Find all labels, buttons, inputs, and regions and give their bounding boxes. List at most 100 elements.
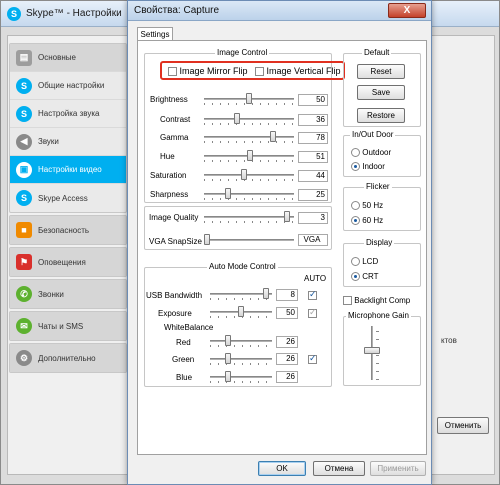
gear-icon: ⚙	[16, 350, 32, 366]
image-control-slider[interactable]	[204, 93, 294, 105]
sidebar-item-notifications[interactable]: ⚑ Оповещения	[10, 248, 126, 276]
skype-partial-text: ктов	[441, 336, 457, 345]
image-control-slider[interactable]	[204, 188, 294, 200]
exposure-auto-checkbox[interactable]	[308, 307, 317, 318]
dialog-title-bar: Свойства: Capture	[128, 1, 431, 21]
tab-settings[interactable]: Settings	[137, 27, 173, 41]
image-control-value: 50	[298, 94, 328, 106]
sidebar-item-general[interactable]: ▤ Основные	[10, 44, 126, 72]
sidebar-item-label: Настройка звука	[38, 109, 100, 118]
exposure-slider[interactable]	[210, 306, 272, 318]
backlight-comp-label: Backlight Comp	[354, 296, 411, 305]
vga-snapsize-slider[interactable]	[204, 234, 294, 245]
indoor-radio[interactable]	[351, 162, 360, 172]
flicker-60hz-option[interactable]: 60 Hz	[351, 216, 383, 226]
flicker-50hz-option[interactable]: 50 Hz	[351, 201, 384, 211]
sidebar-item-label: Оповещения	[38, 257, 86, 267]
sidebar-item-label: Настройки видео	[38, 165, 102, 174]
auto-mode-title: Auto Mode Control	[207, 262, 278, 271]
lock-icon: ■	[16, 222, 32, 238]
save-button[interactable]: Save	[357, 85, 405, 100]
image-control-title: Image Control	[215, 48, 270, 57]
usb-bandwidth-auto-checkbox[interactable]	[308, 289, 317, 300]
outdoor-radio[interactable]	[351, 148, 360, 158]
dialog-title: Свойства: Capture	[134, 5, 220, 16]
image-control-label: Contrast	[160, 115, 191, 124]
capture-properties-dialog: Свойства: Capture X Settings Image Contr…	[127, 0, 432, 485]
green-slider[interactable]	[210, 353, 272, 365]
close-button[interactable]: X	[388, 3, 426, 18]
sidebar-item-audio[interactable]: S Настройка звука	[10, 100, 126, 128]
sidebar-group-notifications: ⚑ Оповещения	[9, 247, 127, 277]
backlight-comp-checkbox[interactable]	[343, 296, 352, 306]
reset-button[interactable]: Reset	[357, 64, 405, 79]
outdoor-option[interactable]: Outdoor	[351, 148, 392, 158]
image-control-value: 36	[298, 114, 328, 126]
apply-button[interactable]: Применить	[370, 461, 426, 476]
red-slider[interactable]	[210, 335, 272, 347]
lcd-option[interactable]: LCD	[351, 257, 379, 267]
indoor-option[interactable]: Indoor	[351, 162, 385, 172]
green-auto-checkbox[interactable]	[308, 353, 317, 364]
usb-bandwidth-slider[interactable]	[210, 288, 272, 300]
image-quality-slider[interactable]	[204, 211, 294, 223]
inout-door-title: In/Out Door	[350, 130, 396, 139]
usb-bandwidth-value: 8	[276, 289, 298, 301]
skype-cancel-button[interactable]: Отменить	[437, 417, 489, 434]
outdoor-label: Outdoor	[362, 148, 392, 157]
mirror-flip-checkbox[interactable]	[168, 67, 177, 77]
phone-icon: ✆	[16, 286, 32, 302]
mic-gain-slider[interactable]	[362, 326, 382, 380]
flicker-60hz-radio[interactable]	[351, 216, 360, 226]
sidebar-item-common[interactable]: S Общие настройки	[10, 72, 126, 100]
flicker-50hz-label: 50 Hz	[362, 201, 384, 210]
image-control-value: 44	[298, 170, 328, 182]
sidebar-item-label: Звонки	[38, 289, 64, 299]
image-control-label: Saturation	[150, 171, 187, 180]
sidebar-group-advanced: ⚙ Дополнительно	[9, 343, 127, 373]
white-balance-label: WhiteBalance	[164, 323, 214, 332]
image-control-slider[interactable]	[204, 131, 294, 143]
sidebar-item-sounds[interactable]: ◀ Звуки	[10, 128, 126, 156]
vertical-flip-option[interactable]: Image Vertical Flip	[255, 66, 341, 77]
skype-window-title: Skype™ - Настройки	[26, 8, 122, 19]
ok-button[interactable]: OK	[258, 461, 306, 476]
vertical-flip-checkbox[interactable]	[255, 67, 264, 77]
crt-radio[interactable]	[351, 272, 360, 282]
mirror-flip-option[interactable]: Image Mirror Flip	[168, 66, 248, 77]
sidebar-item-calls[interactable]: ✆ Звонки	[10, 280, 126, 308]
video-icon: ▣	[16, 161, 32, 178]
image-quality-label: Image Quality	[149, 213, 199, 222]
default-title: Default	[362, 48, 392, 57]
chat-icon: ✉	[16, 318, 32, 334]
sidebar-item-video[interactable]: ▣ Настройки видео	[10, 156, 126, 184]
sidebar-item-label: Общие настройки	[38, 81, 105, 90]
sidebar-item-label: Дополнительно	[38, 353, 96, 363]
cancel-button[interactable]: Отмена	[313, 461, 365, 476]
image-control-slider[interactable]	[204, 150, 294, 162]
sidebar-group-security: ■ Безопасность	[9, 215, 127, 245]
exposure-label: Exposure	[158, 309, 192, 318]
sidebar-item-security[interactable]: ■ Безопасность	[10, 216, 126, 244]
lcd-radio[interactable]	[351, 257, 360, 267]
restore-button[interactable]: Restore	[357, 108, 405, 123]
green-value: 26	[276, 353, 298, 365]
exposure-value: 50	[276, 307, 298, 319]
flag-icon: ⚑	[16, 254, 32, 270]
skype-general-icon: ▤	[16, 49, 32, 66]
image-control-label: Gamma	[160, 133, 189, 142]
skype-logo-icon: S	[16, 190, 32, 206]
sidebar-item-advanced[interactable]: ⚙ Дополнительно	[10, 344, 126, 372]
image-control-slider[interactable]	[204, 113, 294, 125]
image-control-label: Brightness	[150, 95, 188, 104]
blue-slider[interactable]	[210, 371, 272, 383]
crt-option[interactable]: CRT	[351, 272, 379, 282]
sidebar-item-chats[interactable]: ✉ Чаты и SMS	[10, 312, 126, 340]
image-control-slider[interactable]	[204, 169, 294, 181]
sidebar-item-label: Звуки	[38, 137, 59, 146]
crt-label: CRT	[362, 272, 379, 281]
backlight-comp-option[interactable]: Backlight Comp	[343, 296, 411, 306]
sidebar-item-skype-access[interactable]: S Skype Access	[10, 184, 126, 212]
lcd-label: LCD	[362, 257, 379, 266]
flicker-50hz-radio[interactable]	[351, 201, 360, 211]
